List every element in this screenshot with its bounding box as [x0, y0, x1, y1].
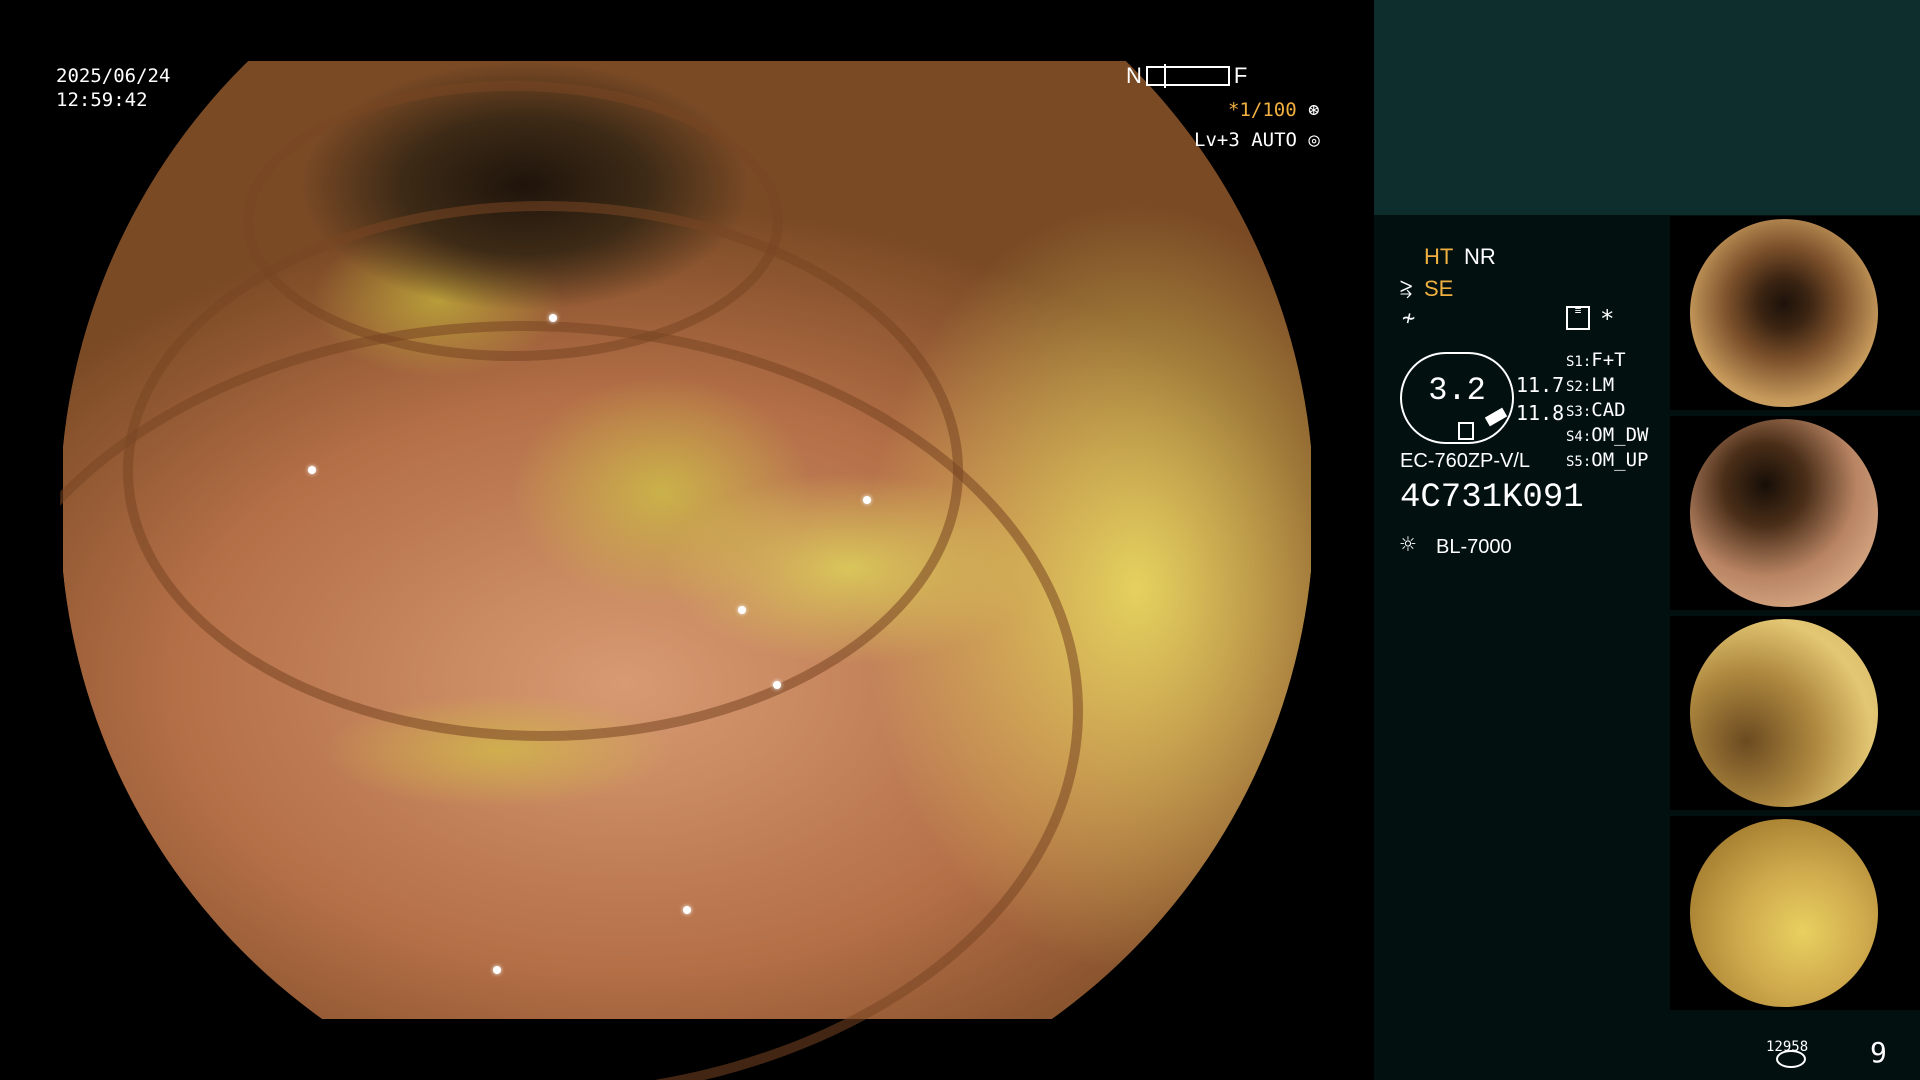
specular-highlight: [773, 681, 781, 689]
bending-gauge: 3.2: [1400, 352, 1514, 444]
light-source: BL-7000: [1436, 536, 1512, 558]
specular-highlight: [738, 606, 746, 614]
scope-serial: 4C731K091: [1400, 479, 1584, 517]
lamp-icon: ☼: [1400, 530, 1416, 560]
scope-setting-s4: S4:OM_DW: [1566, 424, 1649, 446]
captured-thumbnail-2[interactable]: [1670, 416, 1920, 610]
aperture-icon: ⊛: [1308, 99, 1320, 121]
specular-highlight: [863, 496, 871, 504]
specular-highlight: [493, 966, 501, 974]
near-far-indicator: N F: [1126, 64, 1247, 88]
scissor-icon: ⥸: [1400, 276, 1413, 301]
near-label: N: [1126, 63, 1142, 88]
zoom-bar: [1145, 64, 1230, 88]
disk-icon: [1776, 1050, 1806, 1068]
nr-mode: NR: [1464, 244, 1496, 269]
gauge-reading-1: 11.7: [1516, 373, 1565, 397]
scope-model: EC-760ZP-V/L: [1400, 450, 1531, 472]
star-icon: *: [1600, 305, 1615, 333]
captured-thumbnail-4[interactable]: [1670, 816, 1920, 1010]
gauge-value: 3.2: [1428, 372, 1486, 409]
specular-highlight: [683, 906, 691, 914]
auto-iris-icon: ◎: [1308, 129, 1320, 151]
endoscope-view: 2025/06/24 12:59:42 N F *1/100 ⊛ Lv+3 AU…: [0, 0, 1374, 1080]
exam-date: 2025/06/24: [56, 65, 171, 87]
scope-setting-s3: S3:CAD: [1566, 399, 1626, 421]
exam-time: 12:59:42: [56, 89, 148, 111]
gauge-marker-icon: [1458, 422, 1474, 440]
captured-thumbnail-3[interactable]: [1670, 616, 1920, 810]
specular-highlight: [549, 314, 557, 322]
gauge-needle-icon: [1484, 407, 1508, 427]
gauge-reading-2: 11.8: [1516, 401, 1565, 425]
brightness-level: Lv+3 AUTO ◎: [1194, 129, 1320, 151]
far-label: F: [1233, 63, 1248, 88]
specular-highlight: [308, 466, 316, 474]
scope-setting-s1: S1:F+T: [1566, 349, 1626, 371]
ht-mode: HT: [1424, 244, 1454, 269]
endoscopic-image: [60, 61, 1311, 1080]
page-number: 9: [1870, 1036, 1887, 1069]
captured-thumbnail-1[interactable]: [1670, 216, 1920, 410]
scope-setting-s5: S5:OM_UP: [1566, 449, 1649, 471]
freeze-icon: ≁: [1402, 306, 1416, 331]
memory-icon: ≡: [1566, 305, 1590, 330]
se-mode: SE: [1424, 276, 1454, 301]
panel-header: [1374, 0, 1920, 215]
scope-setting-s2: S2:LM: [1566, 374, 1615, 396]
shutter-speed: *1/100 ⊛: [1228, 99, 1320, 121]
